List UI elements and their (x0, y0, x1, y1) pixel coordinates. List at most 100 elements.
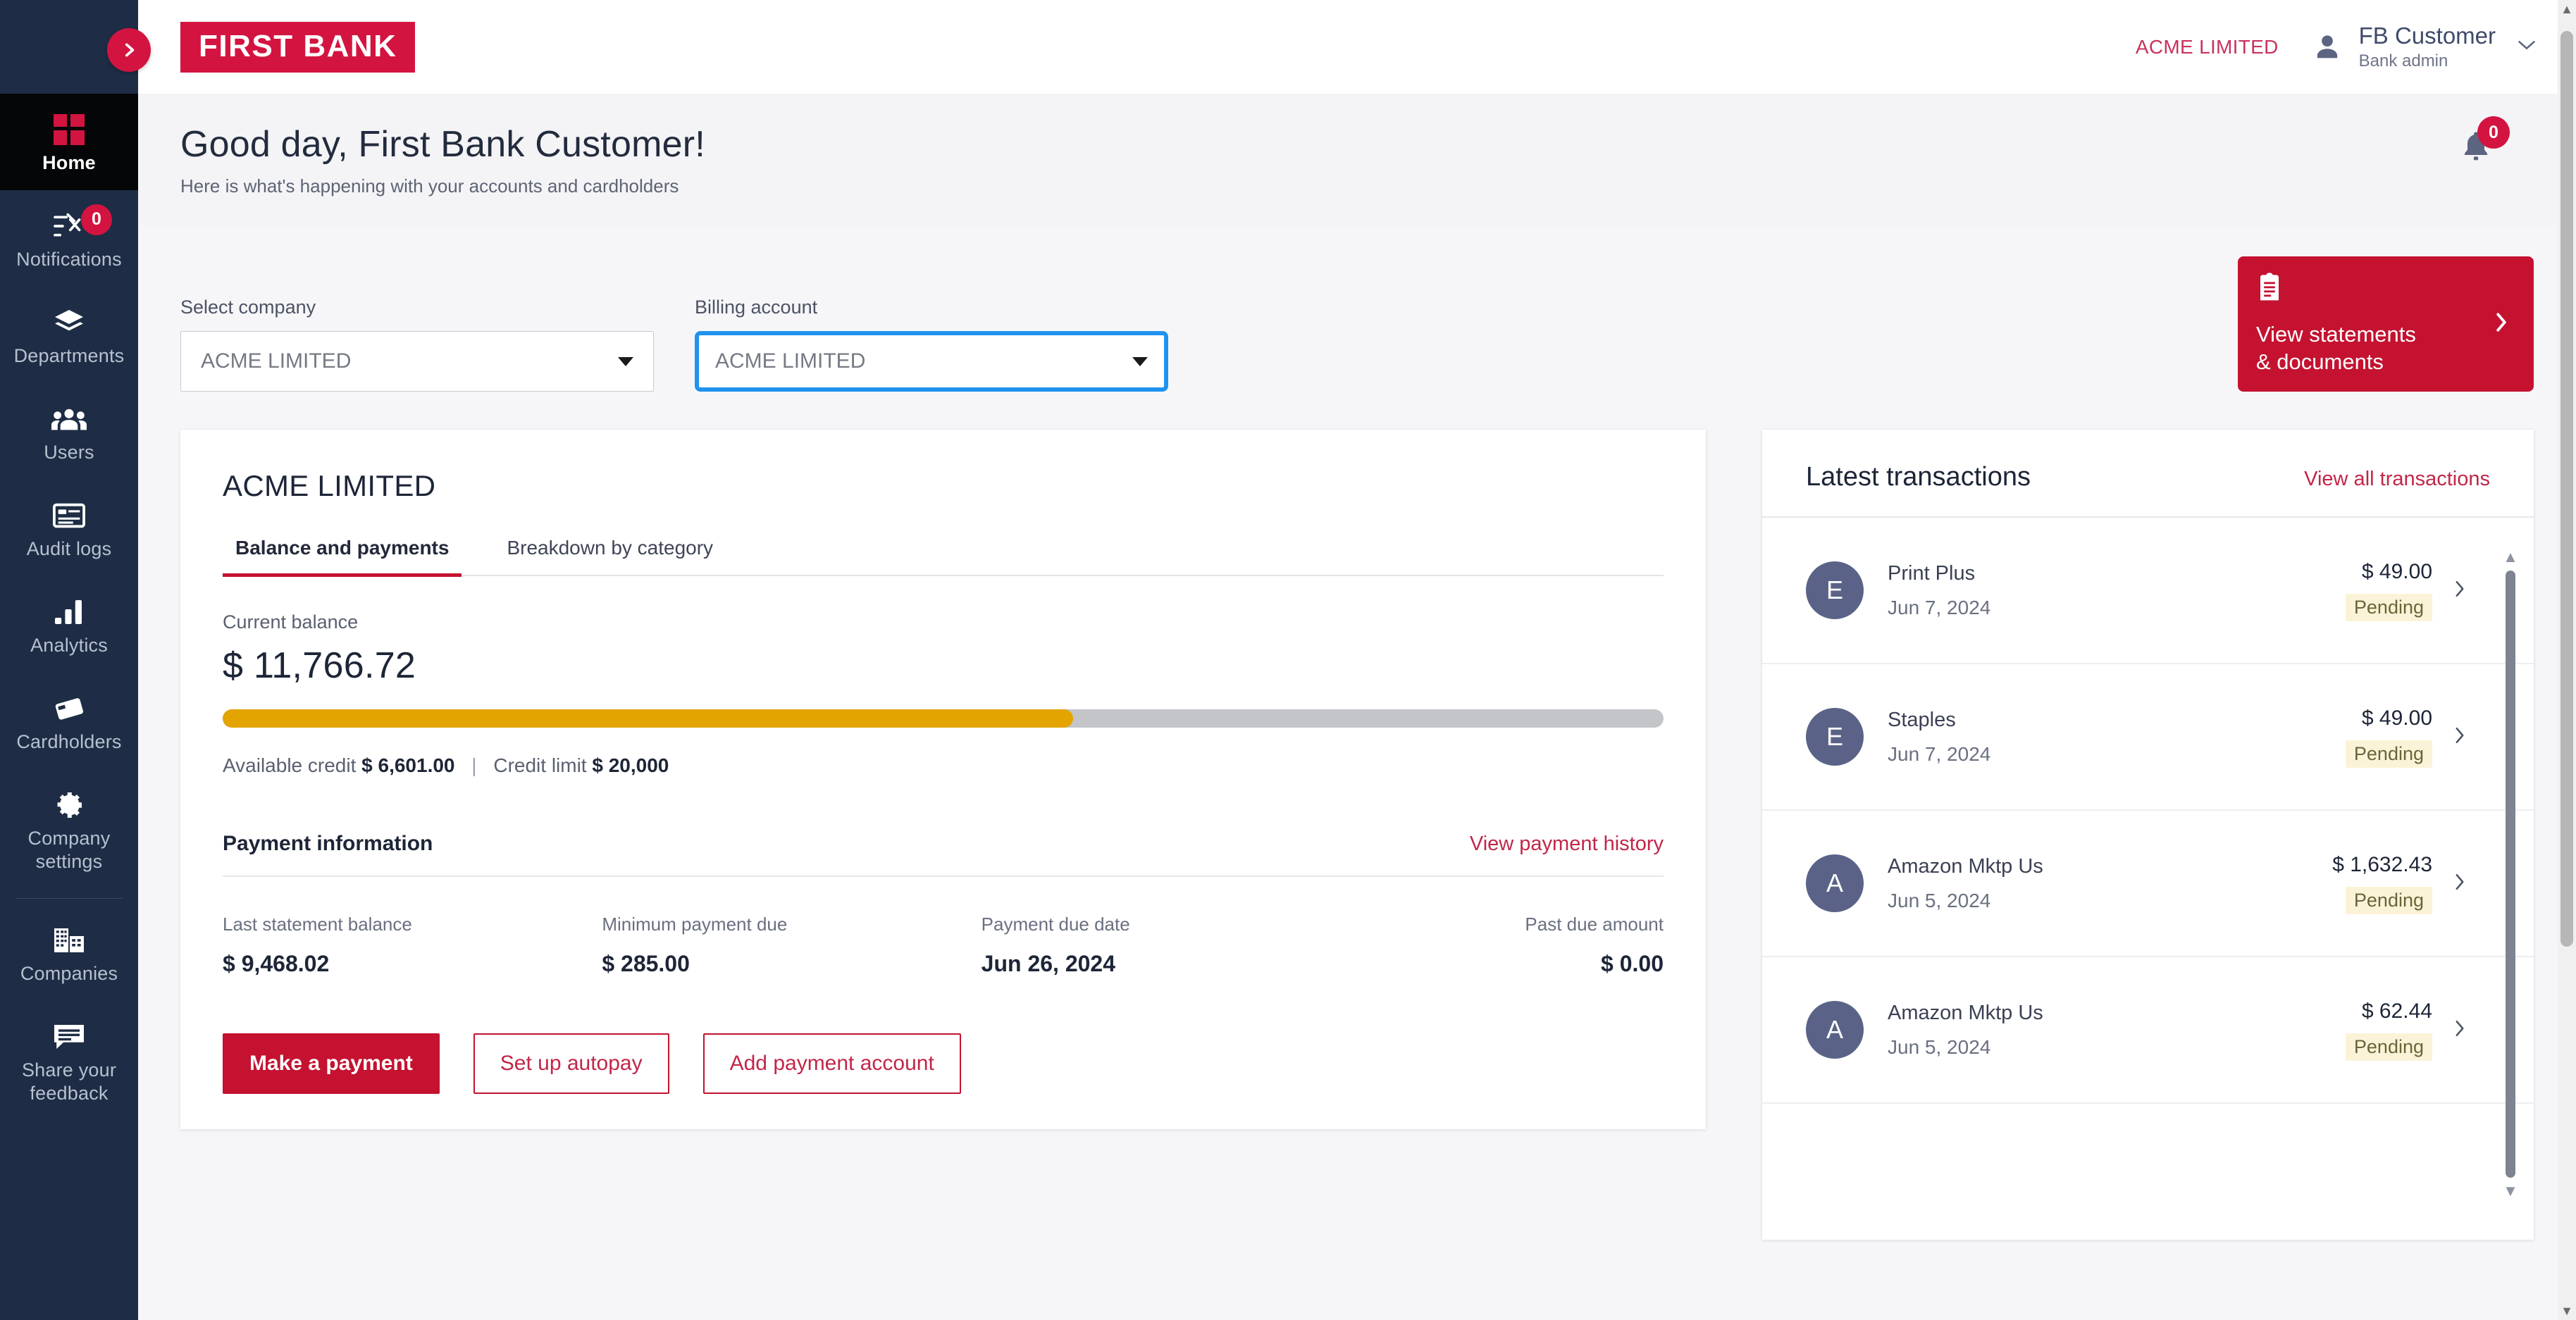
scrollbar-thumb[interactable] (2506, 571, 2515, 1178)
header-company-name: ACME LIMITED (2135, 35, 2279, 58)
transaction-merchant: Amazon Mktp Us (1888, 1001, 2043, 1024)
avatar (2311, 31, 2343, 63)
sidebar-item-analytics[interactable]: Analytics (0, 576, 138, 673)
page-scrollbar-thumb[interactable] (2560, 31, 2573, 947)
user-role: Bank admin (2358, 51, 2448, 71)
bar-chart-icon (54, 594, 85, 630)
transaction-date: Jun 5, 2024 (1888, 889, 1991, 911)
tab-balance-and-payments[interactable]: Balance and payments (223, 537, 462, 577)
app-root: Home 0 Notifications Departments Users A… (0, 0, 2576, 1320)
select-company-label: Select company (180, 297, 316, 318)
available-credit-label: Available credit (223, 754, 357, 776)
notifications-list-icon: 0 (53, 204, 112, 244)
transaction-row[interactable]: E Staples Jun 7, 2024 $ 49.00 Pending (1762, 664, 2534, 811)
layers-icon (52, 305, 86, 340)
sidebar-item-label: Companies (20, 963, 118, 985)
payment-fields-grid: Last statement balance $ 9,468.02 Minimu… (223, 914, 1664, 977)
set-up-autopay-button[interactable]: Set up autopay (473, 1033, 669, 1094)
sidebar-item-notifications[interactable]: 0 Notifications (0, 190, 138, 287)
sidebar-item-label: Notifications (16, 248, 122, 270)
transaction-amount: $ 1,632.43 (2332, 852, 2432, 876)
chevron-down-icon (1132, 356, 1148, 366)
transaction-row[interactable]: A Amazon Mktp Us Jun 5, 2024 $ 62.44 Pen… (1762, 957, 2534, 1104)
sidebar-item-share-feedback[interactable]: Share your feedback (0, 1001, 138, 1121)
sidebar-item-companies[interactable]: Companies (0, 904, 138, 1001)
current-balance-label: Current balance (223, 611, 359, 633)
page-subtitle: Here is what's happening with your accou… (180, 175, 679, 197)
tab-breakdown-by-category[interactable]: Breakdown by category (494, 537, 726, 575)
sidebar-item-users[interactable]: Users (0, 383, 138, 480)
avatar: A (1806, 1001, 1864, 1059)
transaction-merchant: Staples (1888, 708, 1956, 731)
billing-account-value: ACME LIMITED (715, 349, 866, 373)
payment-field-minimum-payment-due: Minimum payment due $ 285.00 (602, 914, 981, 977)
transaction-row[interactable]: E Print Plus Jun 7, 2024 $ 49.00 Pending (1762, 518, 2534, 664)
main-content: Select company ACME LIMITED Billing acco… (138, 225, 2576, 1320)
view-statements-card[interactable]: View statements & documents (2238, 256, 2534, 392)
avatar: E (1806, 561, 1864, 619)
billing-account-dropdown[interactable]: ACME LIMITED (695, 331, 1168, 392)
view-all-transactions-link[interactable]: View all transactions (2304, 468, 2490, 491)
balance-card-tabs: Balance and payments Breakdown by catego… (223, 537, 1664, 577)
selector-row: Select company ACME LIMITED Billing acco… (180, 225, 2534, 392)
page-title: Good day, First Bank Customer! (180, 124, 705, 165)
transaction-amount: $ 49.00 (2361, 706, 2432, 730)
transaction-merchant: Amazon Mktp Us (1888, 854, 2043, 878)
user-menu[interactable]: FB Customer Bank admin (2311, 23, 2537, 71)
greeting-band: Good day, First Bank Customer! Here is w… (138, 94, 2576, 225)
sidebar-item-departments[interactable]: Departments (0, 287, 138, 383)
cards-row: ACME LIMITED Balance and payments Breakd… (180, 430, 2534, 1240)
sidebar-item-home[interactable]: Home (0, 94, 138, 190)
credit-summary: Available credit $ 6,601.00 | Credit lim… (223, 754, 1664, 777)
transaction-row[interactable]: A Amazon Mktp Us Jun 5, 2024 $ 1,632.43 … (1762, 811, 2534, 957)
sidebar-item-label: Cardholders (16, 730, 122, 752)
credit-limit-value: $ 20,000 (592, 754, 669, 776)
sidebar-item-label: Analytics (30, 634, 108, 656)
sidebar-item-cardholders[interactable]: Cardholders (0, 673, 138, 769)
field-label: Last statement balance (223, 914, 412, 935)
home-grid-icon (54, 112, 85, 147)
audit-log-icon (53, 498, 85, 533)
payment-field-payment-due-date: Payment due date Jun 26, 2024 (982, 914, 1361, 977)
payment-information-header: Payment information View payment history (223, 832, 1664, 877)
bell-badge: 0 (2477, 116, 2510, 149)
chevron-right-icon (2453, 579, 2466, 602)
notification-bell-button[interactable]: 0 (2460, 116, 2510, 166)
scroll-up-arrow-icon[interactable]: ▲ (2503, 549, 2518, 565)
make-a-payment-button[interactable]: Make a payment (223, 1033, 440, 1094)
page-scrollbar[interactable]: ▲ ▼ (2558, 0, 2576, 1320)
sidebar-item-label: Share your feedback (21, 1059, 117, 1104)
chevron-right-icon (2494, 311, 2508, 337)
notifications-badge: 0 (81, 204, 112, 235)
latest-transactions-card: Latest transactions View all transaction… (1762, 430, 2534, 1240)
transactions-scrollbar[interactable]: ▲ ▼ (2503, 549, 2518, 1199)
top-header: FIRST BANK ACME LIMITED FB Customer Bank… (138, 0, 2576, 94)
add-payment-account-button[interactable]: Add payment account (702, 1033, 961, 1094)
transaction-merchant: Print Plus (1888, 561, 1976, 585)
payment-field-last-statement-balance: Last statement balance $ 9,468.02 (223, 914, 602, 977)
building-icon (53, 923, 85, 958)
payment-actions: Make a payment Set up autopay Add paymen… (223, 1033, 1664, 1094)
sidebar-item-label: Users (44, 441, 94, 463)
credit-usage-progress-fill (223, 709, 1073, 728)
select-company-value: ACME LIMITED (201, 349, 352, 373)
current-balance-amount: $ 11,766.72 (223, 645, 416, 686)
chat-icon (53, 1019, 85, 1054)
status-badge: Pending (2345, 740, 2432, 768)
user-name: FB Customer (2358, 23, 2496, 49)
field-label: Payment due date (981, 914, 1130, 935)
page-scroll-up-arrow-icon[interactable]: ▲ (2558, 0, 2576, 18)
sidebar-expand-toggle[interactable] (107, 28, 151, 72)
select-company-dropdown[interactable]: ACME LIMITED (180, 331, 654, 392)
scroll-down-arrow-icon[interactable]: ▼ (2503, 1183, 2518, 1199)
sidebar-divider (16, 898, 123, 899)
transactions-title: Latest transactions (1806, 462, 2031, 492)
view-payment-history-link[interactable]: View payment history (1470, 833, 1664, 856)
gear-icon (54, 787, 85, 823)
sidebar-nav: Home 0 Notifications Departments Users A… (0, 94, 138, 1121)
page-scroll-down-arrow-icon[interactable]: ▼ (2558, 1302, 2576, 1320)
sidebar-item-company-settings[interactable]: Company settings (0, 769, 138, 889)
avatar: A (1806, 854, 1864, 912)
users-group-icon (51, 401, 87, 437)
sidebar-item-audit-logs[interactable]: Audit logs (0, 480, 138, 576)
